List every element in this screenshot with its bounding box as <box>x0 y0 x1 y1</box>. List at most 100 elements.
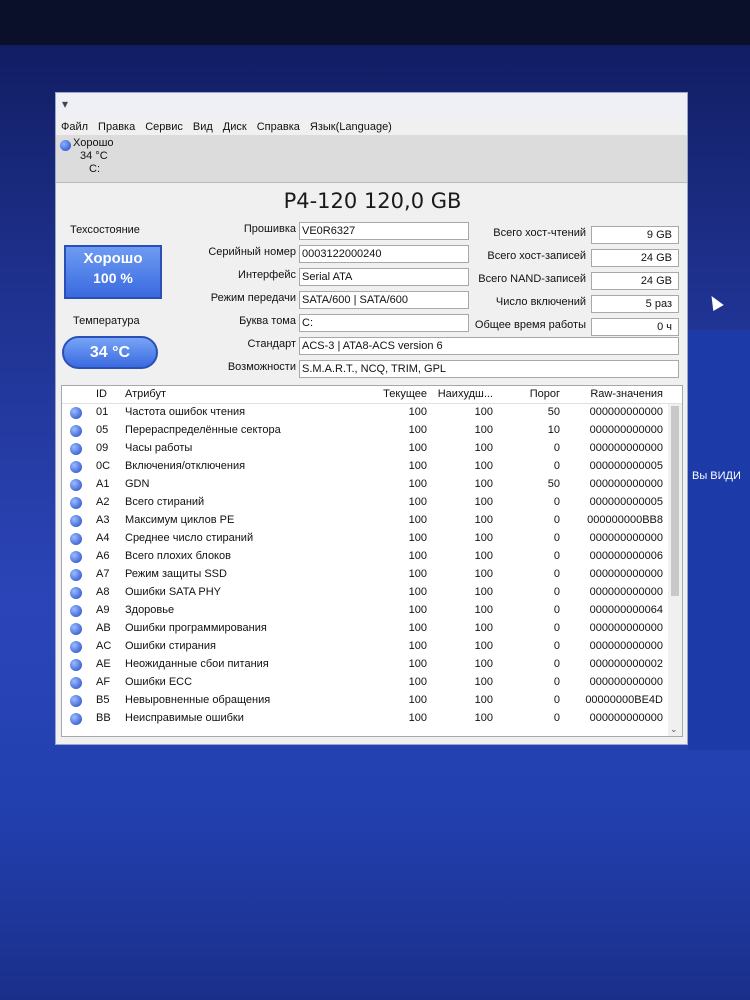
table-row[interactable]: A1 GDN 100 100 50 000000000000 <box>62 476 682 494</box>
status-dot-icon <box>70 677 82 689</box>
table-row[interactable]: A8 Ошибки SATA PHY 100 100 0 000000000000 <box>62 584 682 602</box>
cell-threshold: 50 <box>547 406 560 418</box>
cell-id: 09 <box>96 442 109 454</box>
cell-threshold: 0 <box>553 496 560 508</box>
menu-edit[interactable]: Правка <box>98 121 135 133</box>
cell-worst: 100 <box>474 496 493 508</box>
power-count-value: 5 раз <box>591 295 679 313</box>
cell-raw: 000000000064 <box>589 604 663 616</box>
cell-worst: 100 <box>474 586 493 598</box>
status-dot-icon <box>70 533 82 545</box>
table-row[interactable]: A6 Всего плохих блоков 100 100 0 000000000006 <box>62 548 682 566</box>
header-worst[interactable]: Наихудш... <box>434 388 493 400</box>
cell-id: AB <box>96 622 111 634</box>
scroll-down-icon[interactable]: ⌄ <box>670 724 678 735</box>
cell-current: 100 <box>408 694 427 706</box>
drive-tab[interactable]: Хорошо 34 °C C: <box>56 135 687 183</box>
cell-worst: 100 <box>474 658 493 670</box>
cell-threshold: 0 <box>553 568 560 580</box>
table-row[interactable]: AF Ошибки ECC 100 100 0 000000000000 <box>62 674 682 692</box>
table-row[interactable]: AE Неожиданные сбои питания 100 100 0 0000000… <box>62 656 682 674</box>
cell-attribute: Среднее число стираний <box>125 532 254 544</box>
health-status-button[interactable]: Хорошо 100 % <box>64 245 162 299</box>
menu-file[interactable]: Файл <box>61 121 88 133</box>
background-window-text: Вы ВИДИ <box>692 470 741 482</box>
cell-threshold: 0 <box>553 640 560 652</box>
header-id[interactable]: ID <box>96 388 107 400</box>
status-dot-icon <box>70 515 82 527</box>
status-dot-icon <box>70 587 82 599</box>
menu-help[interactable]: Справка <box>257 121 300 133</box>
firmware-label: Прошивка <box>243 223 296 235</box>
cell-threshold: 0 <box>553 442 560 454</box>
temperature-button[interactable]: 34 °C <box>62 336 158 369</box>
table-row[interactable]: A4 Среднее число стираний 100 100 0 000000000… <box>62 530 682 548</box>
cell-raw: 000000000006 <box>589 550 663 562</box>
table-row[interactable]: AB Ошибки программирования 100 100 0 00000000… <box>62 620 682 638</box>
status-dot-icon <box>70 623 82 635</box>
table-row[interactable]: 01 Частота ошибок чтения 100 100 50 000000000… <box>62 404 682 422</box>
header-raw[interactable]: Raw-значения <box>567 388 663 400</box>
cell-id: A9 <box>96 604 110 616</box>
cell-worst: 100 <box>474 568 493 580</box>
table-scrollbar[interactable]: ⌄ <box>668 404 682 736</box>
cell-id: 0C <box>96 460 111 472</box>
status-dot-icon <box>70 425 82 437</box>
app-icon: ▾ <box>62 97 69 111</box>
cell-current: 100 <box>408 640 427 652</box>
header-threshold[interactable]: Порог <box>502 388 560 400</box>
cell-current: 100 <box>408 460 427 472</box>
table-row[interactable]: B5 Невыровненные обращения 100 100 0 00000000… <box>62 692 682 710</box>
standard-value: ACS-3 | ATA8-ACS version 6 <box>299 337 679 355</box>
cell-id: AC <box>96 640 112 652</box>
table-row[interactable]: AC Ошибки стирания 100 100 0 000000000000 <box>62 638 682 656</box>
cell-current: 100 <box>408 604 427 616</box>
status-dot-icon <box>70 407 82 419</box>
header-attribute[interactable]: Атрибут <box>125 388 166 400</box>
cell-raw: 000000000002 <box>589 658 663 670</box>
table-row[interactable]: 05 Перераспределённые сектора 100 100 10 0000… <box>62 422 682 440</box>
menu-view[interactable]: Вид <box>193 121 213 133</box>
cell-current: 100 <box>408 712 427 724</box>
cell-worst: 100 <box>474 622 493 634</box>
host-reads-value: 9 GB <box>591 226 679 244</box>
menu-service[interactable]: Сервис <box>145 121 183 133</box>
status-dot-icon <box>70 695 82 707</box>
cell-attribute: Ошибки SATA PHY <box>125 586 222 598</box>
table-row[interactable]: A2 Всего стираний 100 100 0 000000000005 <box>62 494 682 512</box>
cell-current: 100 <box>408 478 427 490</box>
cell-raw: 000000000000 <box>589 676 663 688</box>
cell-threshold: 0 <box>553 460 560 472</box>
table-row[interactable]: A7 Режим защиты SSD 100 100 0 000000000000 <box>62 566 682 584</box>
table-row[interactable]: A9 Здоровье 100 100 0 000000000064 <box>62 602 682 620</box>
cell-threshold: 0 <box>553 514 560 526</box>
crystaldiskinfo-window: ▾ Файл Правка Сервис Вид Диск Справка Яз… <box>55 92 688 745</box>
cell-id: BB <box>96 712 111 724</box>
header-current[interactable]: Текущее <box>370 388 427 400</box>
menu-disk[interactable]: Диск <box>223 121 247 133</box>
cell-attribute: Неисправимые ошибки <box>125 712 244 724</box>
features-label: Возможности <box>227 361 296 373</box>
table-row[interactable]: 09 Часы работы 100 100 0 000000000000 <box>62 440 682 458</box>
cell-raw: 000000000005 <box>589 496 663 508</box>
mouse-cursor-icon <box>706 292 724 312</box>
cell-current: 100 <box>408 406 427 418</box>
smart-attributes-table[interactable]: ID Атрибут Текущее Наихудш... Порог Raw-… <box>61 385 683 737</box>
table-row[interactable]: 0C Включения/отключения 100 100 0 00000000000… <box>62 458 682 476</box>
table-row[interactable]: A3 Максимум циклов PE 100 100 0 000000000BB8 <box>62 512 682 530</box>
menu-language[interactable]: Язык(Language) <box>310 121 392 133</box>
scrollbar-thumb[interactable] <box>671 406 679 596</box>
table-row[interactable]: BB Неисправимые ошибки 100 100 0 000000000000 <box>62 710 682 728</box>
cell-worst: 100 <box>474 640 493 652</box>
cell-threshold: 0 <box>553 676 560 688</box>
host-writes-value: 24 GB <box>591 249 679 267</box>
cell-raw: 000000000000 <box>589 640 663 652</box>
cell-current: 100 <box>408 496 427 508</box>
status-dot-icon <box>70 461 82 473</box>
status-dot-icon <box>70 713 82 725</box>
cell-attribute: Здоровье <box>125 604 175 616</box>
screen-top-bezel <box>0 0 750 45</box>
serial-label: Серийный номер <box>208 246 296 258</box>
disk-model-title: P4-120 120,0 GB <box>283 189 462 213</box>
cell-attribute: Перераспределённые сектора <box>125 424 281 436</box>
